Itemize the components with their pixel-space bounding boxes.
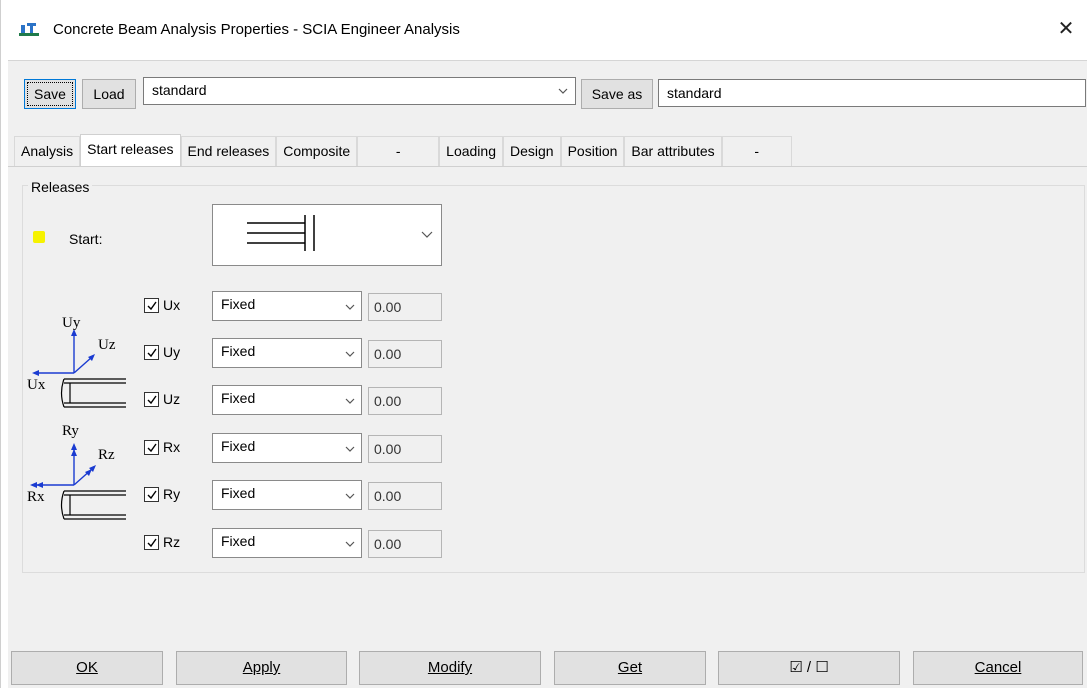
tab-design[interactable]: Design [502,136,561,166]
preset-dropdown[interactable]: standard [143,77,576,105]
save-as-name-input[interactable] [658,79,1086,107]
axis-label-ry: Ry [62,423,79,439]
axis-label-uz: Uz [98,337,116,353]
scia-app-icon [19,22,39,38]
rx-stiffness-field: 0.00 [368,435,442,463]
check-icon [147,301,157,311]
uz-stiffness-field: 0.00 [368,387,442,415]
uz-label: Uz [163,391,181,407]
rx-release-dropdown-value: Fixed [221,438,256,454]
rotation-axes-diagram [30,443,126,520]
check-icon [147,348,157,358]
axis-label-ux: Ux [27,377,46,393]
title-bar: Concrete Beam Analysis Properties - SCIA… [1,0,1087,60]
ux-stiffness-field: 0.00 [368,293,442,321]
tab-loading[interactable]: Loading [439,136,503,166]
ux-release-dropdown-value: Fixed [221,296,256,312]
rz-label: Rz [163,534,181,550]
check-icon [147,443,157,453]
tab-position[interactable]: Position [560,136,625,166]
dialog-button-bar: OK Apply Modify Get ☑ / ☐ Cancel [8,630,1087,688]
save-button[interactable]: Save [24,79,76,109]
preset-toolbar: Save Load standard Save as [8,60,1087,120]
releases-group [22,185,1085,573]
ok-button[interactable]: OK [11,651,163,685]
chevron-down-icon [345,398,355,404]
ry-checkbox[interactable] [144,487,159,502]
ux-checkbox[interactable] [144,298,159,313]
window-title: Concrete Beam Analysis Properties - SCIA… [53,21,460,38]
chevron-down-icon [345,493,355,499]
axis-label-uy: Uy [62,315,81,331]
uy-release-dropdown-value: Fixed [221,343,256,359]
get-button[interactable]: Get [554,651,706,685]
tab-composite[interactable]: Composite [276,136,358,166]
ry-release-dropdown[interactable]: Fixed [212,480,362,510]
load-button[interactable]: Load [82,79,136,109]
start-label: Start: [69,231,103,247]
ry-release-dropdown-value: Fixed [221,485,256,501]
tab-blank-2[interactable]: - [721,136,792,166]
axis-label-rx: Rx [27,489,45,505]
check-icon [147,395,157,405]
uz-release-dropdown-value: Fixed [221,390,256,406]
dialog-window: Concrete Beam Analysis Properties - SCIA… [0,0,1087,688]
chevron-down-icon [557,84,569,96]
check-icon [147,490,157,500]
modify-button[interactable]: Modify [359,651,541,685]
start-releases-panel: Releases Start: Uy Uz Ux Ry Rz Rx Ux Fix… [8,166,1087,630]
rz-release-dropdown[interactable]: Fixed [212,528,362,558]
tab-start-releases[interactable]: Start releases [80,134,181,166]
tab-strip: Analysis Start releases End releases Com… [14,134,792,166]
ry-stiffness-field: 0.00 [368,482,442,510]
translation-axes-diagram [32,329,126,408]
chevron-down-icon [345,446,355,452]
chevron-down-icon [345,304,355,310]
uy-release-dropdown[interactable]: Fixed [212,338,362,368]
tab-bar: Analysis Start releases End releases Com… [8,120,1087,166]
preset-dropdown-value: standard [152,82,207,98]
rz-release-dropdown-value: Fixed [221,533,256,549]
releases-group-label: Releases [28,179,93,195]
uy-label: Uy [163,344,181,360]
apply-button[interactable]: Apply [176,651,347,685]
uz-release-dropdown[interactable]: Fixed [212,385,362,415]
tab-blank-1[interactable]: - [357,136,440,166]
rz-stiffness-field: 0.00 [368,530,442,558]
hinge-symbol-icon [247,215,433,251]
rx-checkbox[interactable] [144,440,159,455]
ux-label: Ux [163,297,181,313]
uz-checkbox[interactable] [144,392,159,407]
cancel-button[interactable]: Cancel [913,651,1083,685]
rx-label: Rx [163,439,181,455]
close-icon[interactable]: ✕ [1054,16,1078,42]
chevron-down-icon [345,351,355,357]
chevron-down-icon [345,541,355,547]
check-all-toggle-button[interactable]: ☑ / ☐ [718,651,900,685]
rz-checkbox[interactable] [144,535,159,550]
ry-label: Ry [163,486,181,502]
rx-release-dropdown[interactable]: Fixed [212,433,362,463]
save-as-button[interactable]: Save as [581,79,653,109]
ux-release-dropdown[interactable]: Fixed [212,291,362,321]
tab-analysis[interactable]: Analysis [14,136,81,166]
uy-checkbox[interactable] [144,345,159,360]
check-icon [147,538,157,548]
uy-stiffness-field: 0.00 [368,340,442,368]
axis-label-rz: Rz [98,447,115,463]
tab-end-releases[interactable]: End releases [180,136,277,166]
tab-bar-attributes[interactable]: Bar attributes [624,136,722,166]
status-indicator [33,231,45,243]
start-release-type-dropdown[interactable] [212,204,442,266]
